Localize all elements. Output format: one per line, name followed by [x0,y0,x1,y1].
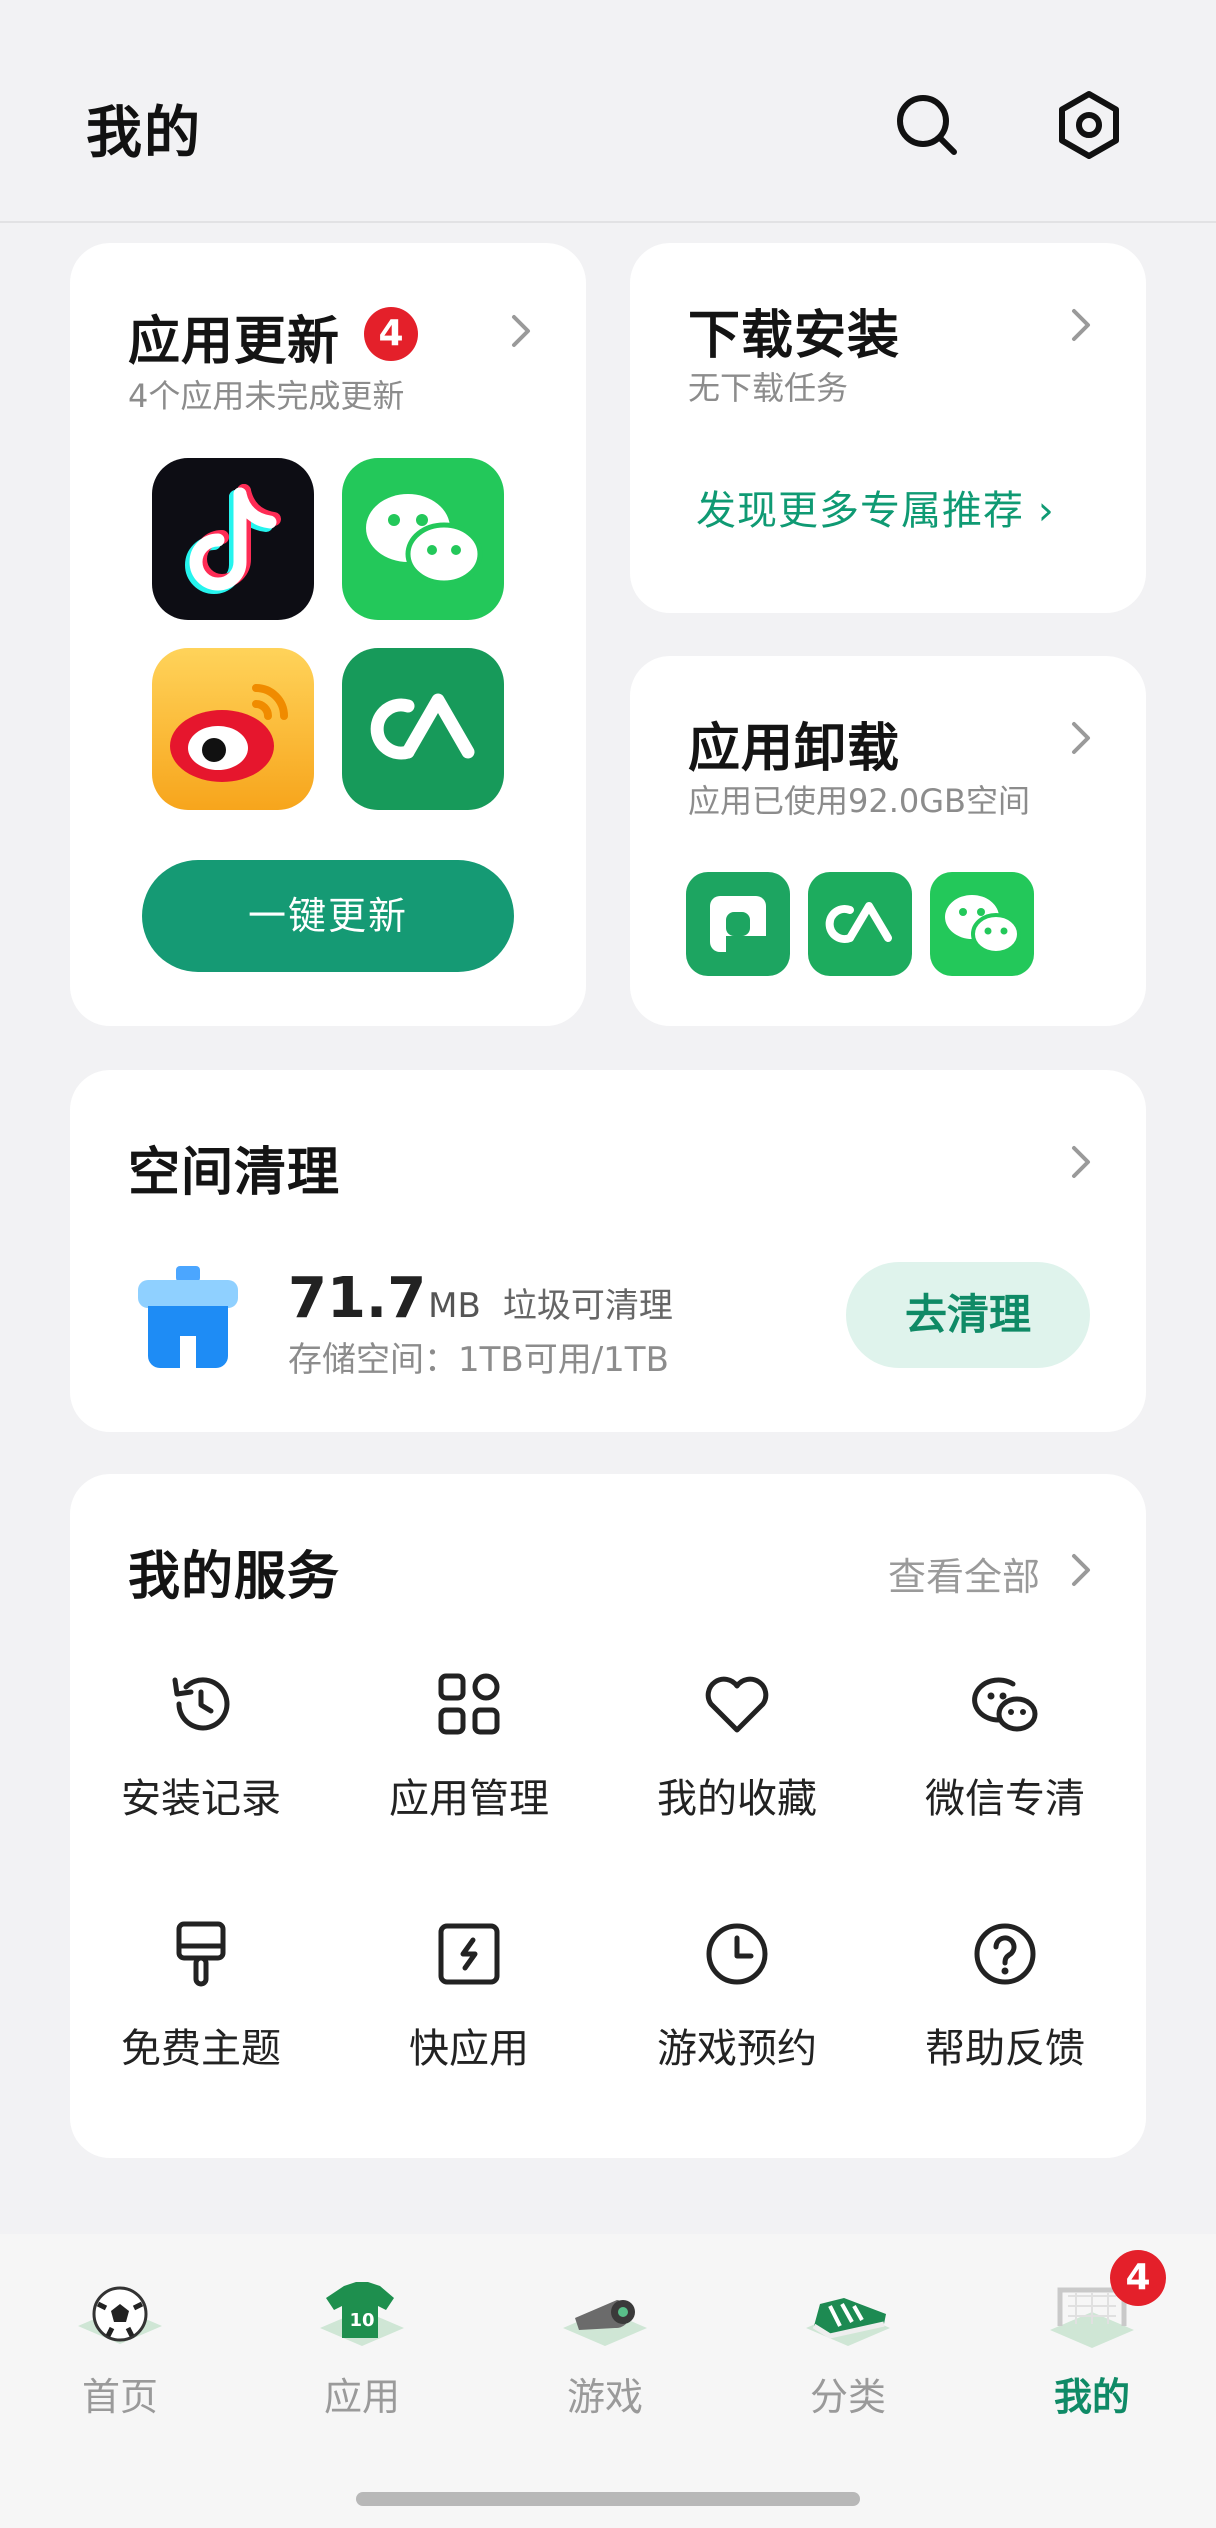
brush-icon [176,1921,226,1987]
chevron-right-icon[interactable] [1066,305,1096,345]
chevron-right-icon[interactable] [1066,1142,1096,1182]
discover-recommendations-link[interactable]: 发现更多专属推荐 › [696,478,1055,536]
uninstall-subtitle: 应用已使用92.0GB空间 [688,782,1031,820]
quick-app-icon [438,1923,500,1985]
update-all-button[interactable]: 一键更新 [142,860,514,972]
service-game-reservation[interactable]: 游戏预约 [607,1918,867,2088]
update-count-badge: 4 [364,307,418,361]
soccer-ball-icon [78,2286,162,2344]
nav-label: 首页 [81,2375,158,2419]
frame-app-icon[interactable] [686,872,790,976]
space-clean-title: 空间清理 [128,1143,341,1203]
service-label: 安装记录 [121,1776,281,1822]
service-label: 快应用 [409,2026,529,2072]
service-free-themes[interactable]: 免费主题 [71,1918,331,2088]
svg-text:10: 10 [349,2310,374,2331]
clock-icon [706,1923,768,1985]
view-all-link[interactable]: 查看全部 [888,1546,1040,1601]
heart-icon [705,1676,769,1733]
search-icon[interactable] [892,90,962,160]
history-icon [172,1677,230,1731]
storage-info: 存储空间：1TB可用/1TB [288,1340,669,1380]
download-title: 下载安装 [688,306,901,366]
chevron-right-icon[interactable] [506,311,536,351]
chevron-right-icon[interactable] [1066,1550,1096,1590]
download-subtitle: 无下载任务 [688,369,849,407]
service-help-feedback[interactable]: 帮助反馈 [875,1918,1135,2088]
service-label: 应用管理 [389,1776,549,1822]
uninstall-title: 应用卸载 [688,719,901,779]
service-label: 我的收藏 [657,1776,817,1822]
service-label: 微信专清 [925,1776,1085,1822]
app-update-subtitle: 4个应用未完成更新 [128,377,405,415]
junk-size-row: 71.7MB 垃圾可清理 [288,1266,673,1331]
app-update-card[interactable]: 应用更新 4 4个应用未完成更新 一键更新 [70,243,586,1026]
junk-size-value: 71.7 [288,1266,427,1331]
douyin-app-icon[interactable] [152,458,314,620]
settings-icon[interactable] [1054,90,1124,160]
trash-icon [138,1266,238,1368]
wechat-app-icon[interactable] [342,458,504,620]
nav-tab-apps[interactable]: 10 应用 [262,2274,462,2424]
service-wechat-clean[interactable]: 微信专清 [875,1668,1135,1838]
nav-label: 应用 [323,2375,400,2419]
sneaker-icon [806,2298,890,2346]
service-quick-app[interactable]: 快应用 [339,1918,599,2088]
clean-button[interactable]: 去清理 [846,1262,1090,1368]
nav-notification-badge: 4 [1110,2250,1166,2306]
top-bar: 我的 [0,0,1216,223]
header-divider [0,221,1216,223]
junk-size-desc: 垃圾可清理 [502,1286,673,1326]
help-icon [974,1923,1036,1985]
bottom-navigation: 首页 10 应用 游戏 分类 我的 4 [0,2234,1216,2528]
cooperation-app-icon[interactable] [808,872,912,976]
nav-tab-games[interactable]: 游戏 [505,2274,705,2424]
space-clean-card[interactable]: 空间清理 71.7MB 垃圾可清理 存储空间：1TB可用/1TB [70,1070,1146,1432]
nav-label: 分类 [809,2375,886,2419]
nav-tab-mine[interactable]: 我的 4 [992,2250,1192,2424]
service-label: 游戏预约 [657,2026,817,2072]
service-label: 帮助反馈 [925,2026,1085,2072]
weibo-app-icon[interactable] [152,648,314,810]
junk-size-unit: MB [428,1286,481,1326]
nav-tab-home[interactable]: 首页 [20,2274,220,2424]
nav-label: 游戏 [566,2375,643,2419]
service-my-favorites[interactable]: 我的收藏 [607,1668,867,1838]
nav-label: 我的 [1053,2375,1130,2419]
home-indicator[interactable] [356,2492,860,2506]
app-update-title: 应用更新 [128,312,341,372]
services-title: 我的服务 [128,1547,341,1607]
download-card[interactable]: 下载安装 无下载任务 [630,243,1146,613]
wechat-app-icon[interactable] [930,872,1034,976]
service-install-history[interactable]: 安装记录 [71,1668,331,1838]
service-app-management[interactable]: 应用管理 [339,1668,599,1838]
nav-tab-categories[interactable]: 分类 [748,2274,948,2424]
service-label: 免费主题 [121,2026,281,2072]
uninstall-card[interactable]: 应用卸载 应用已使用92.0GB空间 [630,656,1146,1026]
my-services-card: 我的服务 查看全部 安装记录 应用管理 我的收藏 微信专清 免费主题 快应用 游… [70,1474,1146,2158]
whistle-icon [563,2300,647,2346]
chevron-right-icon[interactable] [1066,718,1096,758]
jersey-icon: 10 [320,2282,404,2346]
page-title: 我的 [86,101,202,166]
grid-icon [438,1673,500,1735]
cooperation-app-icon[interactable] [342,648,504,810]
wechat-outline-icon [972,1677,1038,1732]
